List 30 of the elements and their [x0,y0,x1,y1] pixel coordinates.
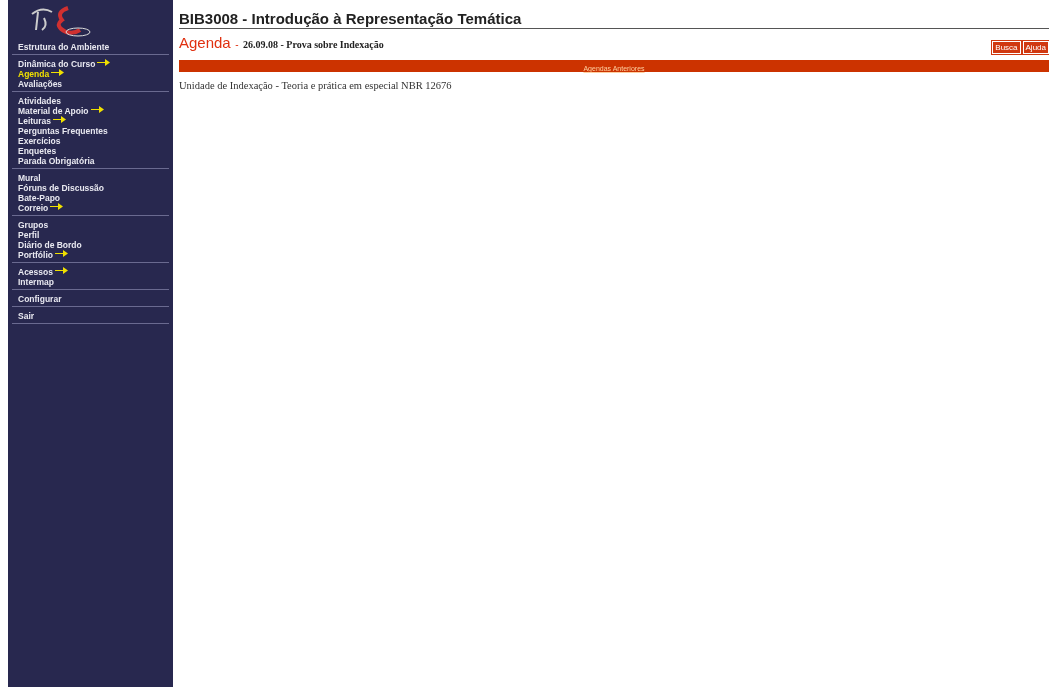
sidebar-item[interactable]: Material de Apoio [18,106,169,116]
sidebar-item[interactable]: Grupos [18,220,169,230]
sidebar-item[interactable]: Perfil [18,230,169,240]
sidebar-item[interactable]: Leituras [18,116,169,126]
sidebar-item[interactable]: Parada Obrigatória [18,156,169,166]
sidebar-item[interactable]: Portfólio [18,250,169,260]
sidebar-item[interactable]: Agenda [18,69,169,79]
sidebar-item[interactable]: Diário de Bordo [18,240,169,250]
sidebar-item[interactable]: Intermap [18,277,169,287]
sidebar-item[interactable]: Estrutura do Ambiente [18,42,169,52]
sidebar-item[interactable]: Dinâmica do Curso [18,59,169,69]
sidebar-item[interactable]: Sair [18,311,169,321]
course-title: BIB3008 - Introdução à Representação Temática [179,10,1049,29]
sidebar-item[interactable]: Exercícios [18,136,169,146]
sidebar-item[interactable]: Atividades [18,96,169,106]
sidebar-item[interactable]: Mural [18,173,169,183]
sidebar-item[interactable]: Avaliações [18,79,169,89]
sidebar-item[interactable]: Fóruns de Discussão [18,183,169,193]
agenda-text: Unidade de Indexação - Teoria e prática em especial NBR 12676 [179,80,453,91]
section-subtitle: 26.09.08 - Prova sobre Indexação [242,38,384,50]
toolbar-button[interactable]: Ajuda [1022,41,1049,54]
sidebar-item[interactable]: Bate-Papo [18,193,169,203]
toolbar-button[interactable]: Busca [992,41,1021,54]
sidebar-item[interactable]: Correio [18,203,169,213]
separator-text: - [235,38,239,50]
sidebar-item[interactable]: Configurar [18,294,169,304]
section-title: Agenda [179,33,231,51]
sidebar-item[interactable]: Perguntas Frequentes [18,126,169,136]
sidebar-item[interactable]: Enquetes [18,146,169,156]
sidebar-item[interactable]: Acessos [18,267,169,277]
